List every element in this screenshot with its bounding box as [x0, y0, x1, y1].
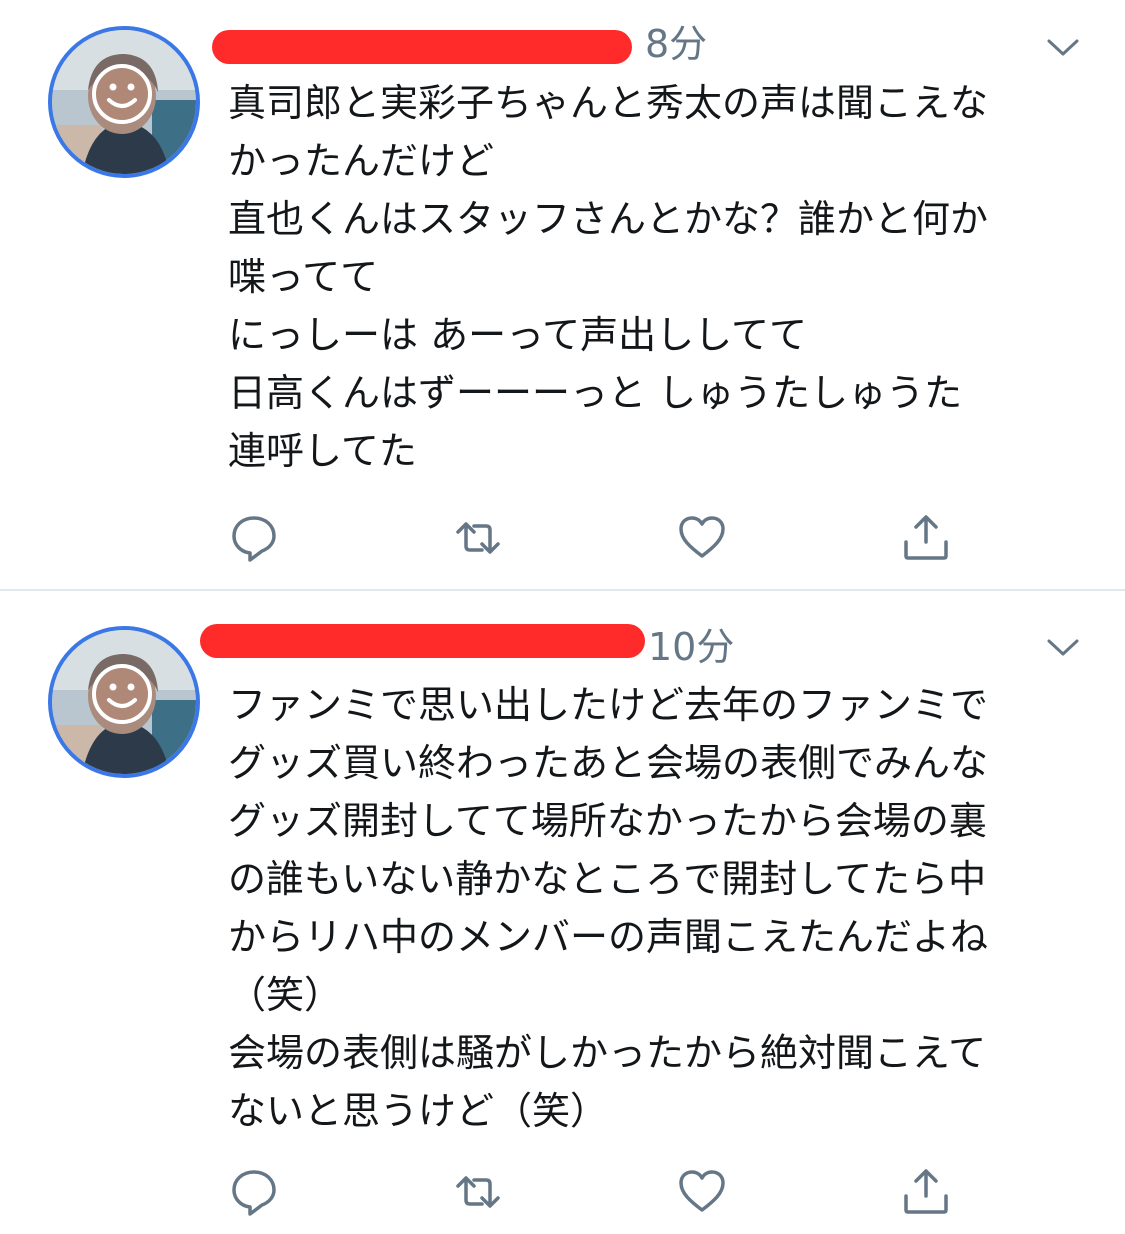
avatar[interactable] — [48, 26, 200, 178]
reply-icon — [232, 1170, 276, 1216]
tweet-text-line: 会場の表側は騒がしかったから絶対聞こえて — [228, 1031, 987, 1075]
share-button[interactable] — [900, 512, 952, 564]
tweet-time[interactable]: 8分 — [645, 25, 707, 63]
tweet-text-line: かったんだけど — [228, 139, 495, 183]
tweet-text-line: 連呼してた — [228, 429, 417, 473]
tweet[interactable]: 8分 真司郎と実彩子ちゃんと秀太の声は聞こえな かったんだけど 直也くんはスタッ… — [0, 0, 1125, 590]
tweet-text-line: グッズ開封してて場所なかったから会場の裏 — [228, 799, 987, 843]
reply-button[interactable] — [228, 1166, 280, 1218]
tweet-text: ファンミで思い出したけど去年のファンミで グッズ買い終わったあと会場の表側でみん… — [228, 676, 1088, 1140]
retweet-button[interactable] — [452, 512, 504, 564]
tweet-text-line: ファンミで思い出したけど去年のファンミで — [228, 683, 989, 727]
heart-icon — [679, 1170, 725, 1212]
retweet-icon — [456, 522, 500, 554]
tweet-text-line: 直也くんはスタッフさんとかな？誰かと何か — [228, 197, 989, 241]
tweet-divider — [0, 589, 1125, 591]
avatar[interactable] — [48, 626, 200, 778]
retweet-icon — [456, 1176, 500, 1208]
tweet-text-line: （笑） — [228, 973, 343, 1017]
tweet-text-line: からリハ中のメンバーの声聞こえたんだよね — [228, 915, 989, 959]
tweet-text-line: 真司郎と実彩子ちゃんと秀太の声は聞こえな — [228, 81, 989, 125]
tweet-actions — [228, 512, 968, 564]
chevron-down-icon[interactable] — [1046, 38, 1080, 58]
tweet-text-line: グッズ買い終わったあと会場の表側でみんな — [228, 741, 989, 785]
like-button[interactable] — [676, 512, 728, 564]
tweet-text-line: 喋ってて — [228, 255, 379, 299]
like-button[interactable] — [676, 1166, 728, 1218]
chevron-down-icon[interactable] — [1046, 638, 1080, 658]
tweet-actions — [228, 1166, 968, 1218]
heart-icon — [679, 516, 725, 558]
tweet-text-line: ないと思うけど（笑） — [228, 1089, 609, 1133]
redacted-username — [212, 30, 632, 64]
tweet-text-line: の誰もいない静かなところで開封してたら中 — [228, 857, 987, 901]
reply-icon — [232, 516, 276, 562]
tweet-text: 真司郎と実彩子ちゃんと秀太の声は聞こえな かったんだけど 直也くんはスタッフさん… — [228, 74, 1088, 480]
share-icon — [904, 1169, 948, 1214]
tweet-time[interactable]: 10分 — [648, 628, 734, 666]
tweet-text-line: 日高くんはずーーーっと しゅうたしゅうた — [228, 371, 963, 415]
share-icon — [904, 515, 948, 560]
tweet[interactable]: 10分 ファンミで思い出したけど去年のファンミで グッズ買い終わったあと会場の表… — [0, 592, 1125, 1234]
share-button[interactable] — [900, 1166, 952, 1218]
redacted-username — [200, 624, 645, 658]
retweet-button[interactable] — [452, 1166, 504, 1218]
tweet-text-line: にっしーは あーって声出ししてて — [228, 313, 808, 357]
reply-button[interactable] — [228, 512, 280, 564]
